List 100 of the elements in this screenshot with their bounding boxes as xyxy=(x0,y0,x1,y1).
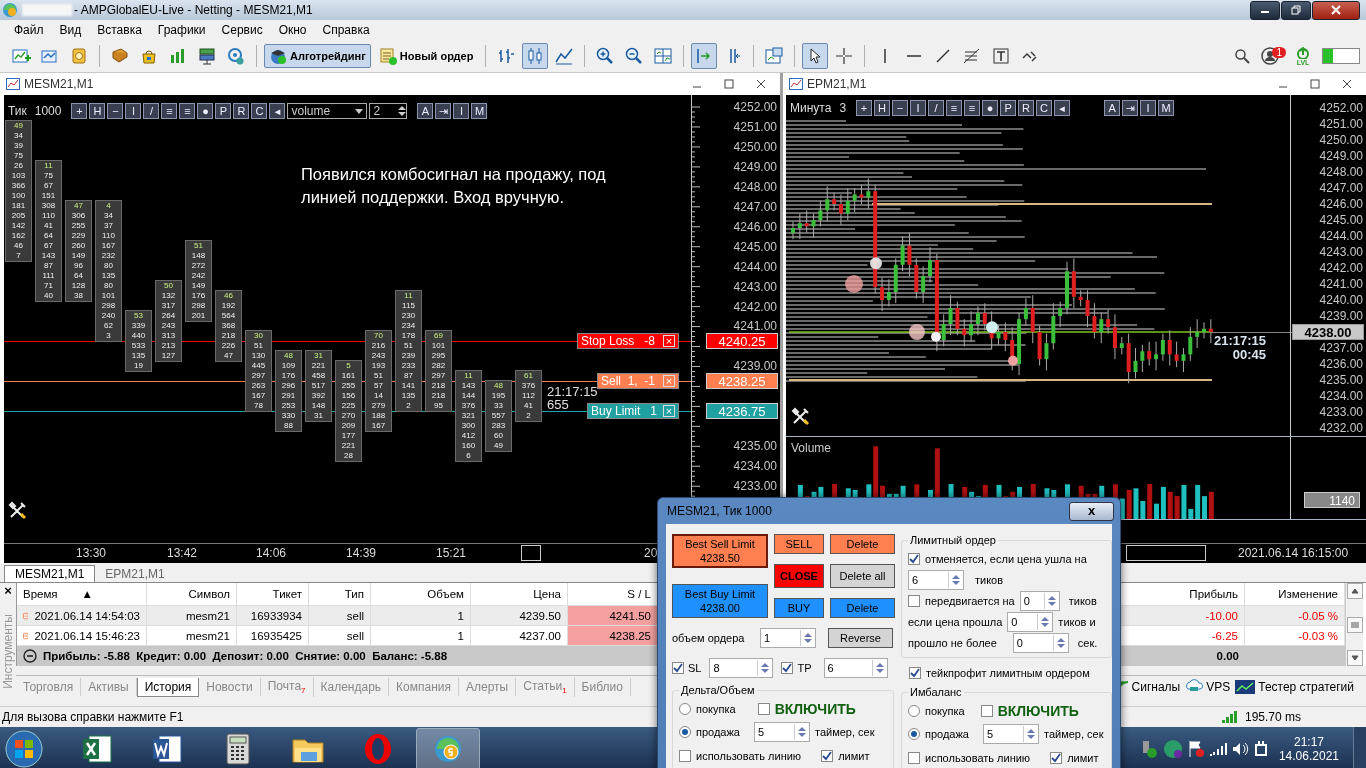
cluster-volume: 339 xyxy=(130,321,147,331)
table-cell: 1 xyxy=(371,606,471,626)
cluster-volume: 295 xyxy=(430,351,447,361)
cluster-volume: 148 xyxy=(310,401,327,411)
countdown-timer: 00:45 xyxy=(1231,347,1266,362)
cluster-volume: 300 xyxy=(460,421,477,431)
period-label: Тик xyxy=(8,104,27,118)
price-label: 4245.00 xyxy=(733,239,777,254)
chart-annotation: Появился комбосигнал на продажу, под линией поддержки. Вход вручную. xyxy=(301,164,607,208)
cluster-volume: 103 xyxy=(10,171,27,181)
cluster-volume: 115 xyxy=(401,301,416,311)
cluster-volume: 64 xyxy=(73,271,84,281)
cluster-volume: 2 xyxy=(525,411,532,421)
cluster-volume: 144 xyxy=(460,391,477,401)
cluster-volume: 313 xyxy=(160,331,177,341)
volume-value-tag: 1140 xyxy=(1304,492,1360,508)
checkbox-label: использовать линию xyxy=(925,751,1031,764)
price-label: 4232.00 xyxy=(1319,421,1363,435)
cluster-volume: 41 xyxy=(523,401,534,411)
price-label: 4239.00 xyxy=(733,359,777,374)
cluster-volume: 31 xyxy=(313,351,324,361)
cluster-volume: 135 xyxy=(130,351,147,361)
cluster-volume: 242 xyxy=(190,271,207,281)
cluster-volume: 181 xyxy=(10,201,27,211)
cluster-volume: 517 xyxy=(310,381,327,391)
cluster-volume: 218 xyxy=(430,381,447,391)
cluster-volume: 110 xyxy=(101,231,116,241)
cluster-volume: 255 xyxy=(70,221,87,231)
cluster-volume: 31 xyxy=(313,411,324,421)
cluster-volume: 216 xyxy=(370,341,387,351)
cluster-volume: 60 xyxy=(493,431,504,441)
time-label: 14:39 xyxy=(346,546,377,560)
price-label: 4235.00 xyxy=(733,439,777,454)
profit-total: 0.00 xyxy=(1215,650,1240,662)
enable-label: ВКЛЮЧИТЬ xyxy=(997,702,1079,719)
cluster-volume: 80 xyxy=(103,261,114,271)
price-label: 4247.00 xyxy=(733,199,777,214)
price-label: 4233.00 xyxy=(1319,405,1363,419)
time-label: 20 xyxy=(644,546,658,560)
cluster-volume: 37 xyxy=(103,221,114,231)
bar-timer: 21:17:15 xyxy=(1212,333,1266,348)
cluster-volume: 96 xyxy=(73,261,84,271)
cluster-volume: 306 xyxy=(70,211,87,221)
price-label: 4243.00 xyxy=(733,279,777,294)
field-label: таймер, сек xyxy=(814,726,875,738)
period-value: 1000 xyxy=(34,104,62,118)
cluster-volume: 297 xyxy=(250,371,267,381)
dialog-title: MESM21, Тик 1000 xyxy=(667,504,772,518)
cluster-volume: 51 xyxy=(373,371,384,381)
cluster-volume: 282 xyxy=(430,361,447,371)
tick-counter: 655 xyxy=(547,397,569,412)
cluster-volume: 230 xyxy=(400,311,417,321)
cluster-volume: 167 xyxy=(250,391,267,401)
field-label: прошло не более xyxy=(908,636,997,649)
bar-timer: 21:17:15 xyxy=(547,384,598,399)
field-label: тиков xyxy=(1068,594,1097,607)
cluster-volume: 213 xyxy=(160,341,177,351)
cluster-volume: 260 xyxy=(70,241,87,251)
time-label: 2021.06.14 16:15:00 xyxy=(1238,546,1349,560)
cluster-volume: 233 xyxy=(400,361,417,371)
cluster-volume: 127 xyxy=(160,351,177,361)
cluster-volume: 240 xyxy=(100,311,117,321)
checkbox-label: лимит xyxy=(1067,751,1099,764)
cluster-volume: 69 xyxy=(433,331,444,341)
field-label: объем ордера xyxy=(672,632,746,644)
cluster-volume: 243 xyxy=(160,321,177,331)
cluster-volume: 110 xyxy=(41,211,56,221)
cluster-volume: 14 xyxy=(373,391,384,401)
ping-value: 195.70 ms xyxy=(1244,710,1301,724)
cluster-volume: 38 xyxy=(73,291,84,301)
notification-badge: 1 xyxy=(1272,47,1286,58)
price-label: 4252.00 xyxy=(733,100,777,114)
cluster-volume: 412 xyxy=(460,431,477,441)
cluster-volume: 330 xyxy=(280,411,297,421)
cluster-volume: 41 xyxy=(43,221,54,231)
field-label: если цена прошла xyxy=(908,615,1003,628)
cluster-volume: 193 xyxy=(370,361,387,371)
cluster-volume: 270 xyxy=(340,411,357,421)
cluster-volume: 440 xyxy=(130,331,147,341)
cluster-volume: 75 xyxy=(13,151,24,161)
price-label: 4249.00 xyxy=(733,159,777,174)
cluster-volume: 2 xyxy=(405,401,412,411)
cluster-volume: 143 xyxy=(460,381,477,391)
cluster-volume: 209 xyxy=(340,421,357,431)
cluster-volume: 160 xyxy=(460,441,477,451)
cluster-volume: 264 xyxy=(160,311,177,321)
status-text: Для вызова справки нажмите F1 xyxy=(2,710,184,724)
table-cell: 16933934 xyxy=(237,606,309,626)
cluster-volume: 51 xyxy=(193,241,204,251)
cluster-volume: 26 xyxy=(13,161,24,171)
cluster-volume: 11 xyxy=(463,371,474,381)
cluster-volume: 51 xyxy=(253,341,264,351)
price-label: 4244.00 xyxy=(1319,229,1363,243)
group-title: Лимитный ордер xyxy=(909,534,997,546)
cluster-volume: 112 xyxy=(521,391,536,401)
cluster-volume: 7 xyxy=(15,251,22,261)
price-label: 4241.00 xyxy=(733,319,777,334)
cluster-volume: 218 xyxy=(220,331,237,341)
cluster-volume: 88 xyxy=(283,421,294,431)
radio-label: покупка xyxy=(925,704,965,717)
